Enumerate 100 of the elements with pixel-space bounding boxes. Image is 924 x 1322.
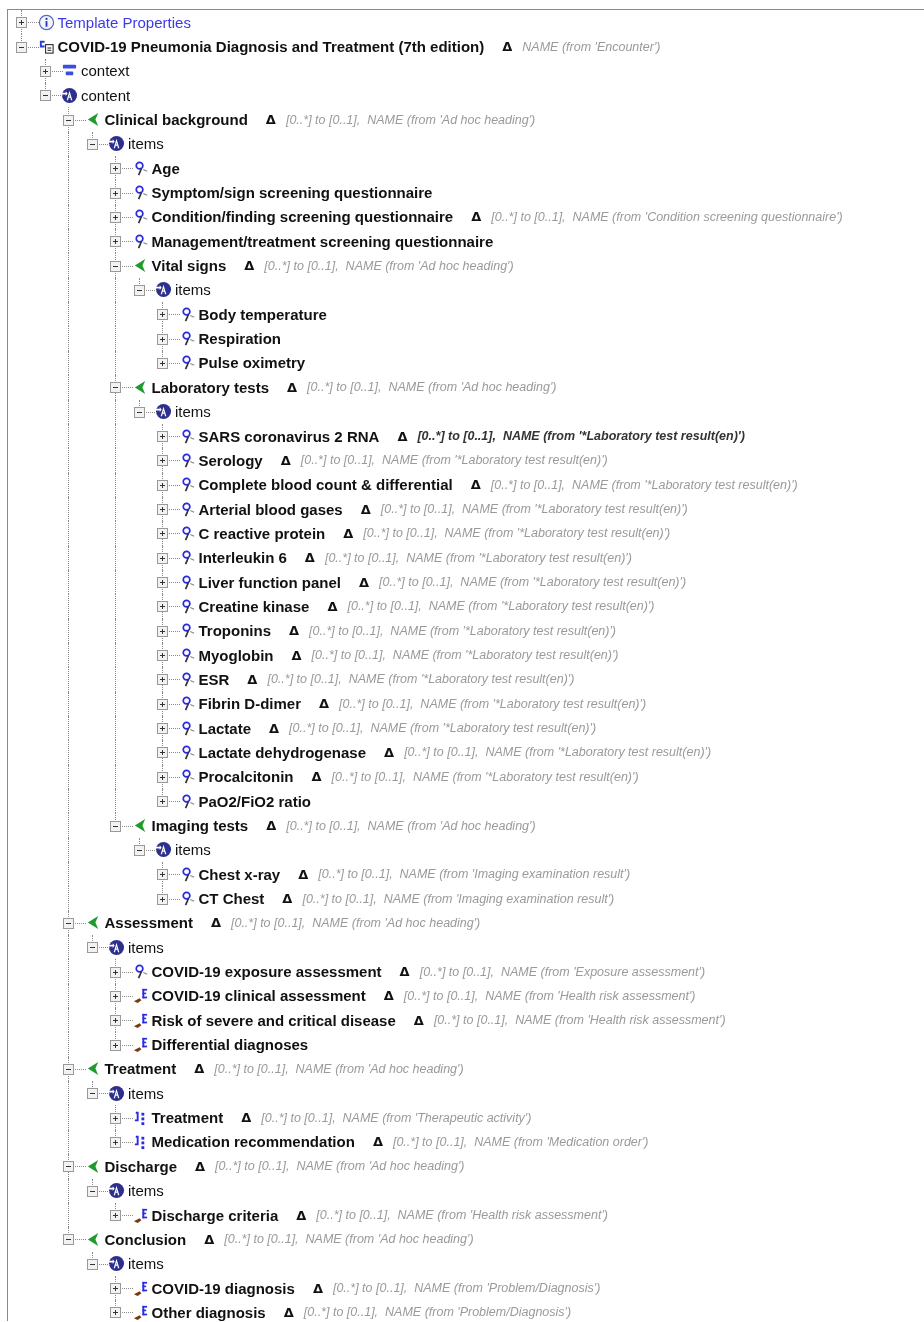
node-label[interactable]: items xyxy=(128,1084,164,1102)
expander[interactable] xyxy=(110,260,121,272)
expander[interactable] xyxy=(157,893,168,905)
expander[interactable] xyxy=(110,1112,121,1124)
expander[interactable] xyxy=(133,406,145,418)
expander[interactable] xyxy=(110,990,121,1002)
node-label[interactable]: Chest x-ray xyxy=(198,865,281,883)
node-label[interactable]: Liver function panel xyxy=(198,573,341,591)
node-label[interactable]: Lactate dehydrogenase xyxy=(198,744,367,761)
node-label[interactable]: Serology xyxy=(198,451,263,469)
expander[interactable] xyxy=(157,650,168,662)
expander[interactable] xyxy=(157,504,168,516)
expander[interactable] xyxy=(157,698,168,710)
node-label[interactable]: Template Properties xyxy=(57,13,191,31)
expander[interactable] xyxy=(110,211,121,223)
node-label[interactable]: Body temperature xyxy=(198,305,327,323)
node-label[interactable]: Myoglobin xyxy=(198,646,274,664)
node-label[interactable]: Creatine kinase xyxy=(198,597,310,615)
expander[interactable] xyxy=(157,723,168,735)
expander[interactable] xyxy=(157,309,168,321)
expander[interactable] xyxy=(157,796,168,808)
node-label[interactable]: Medication recommendation xyxy=(151,1133,355,1151)
node-label[interactable]: ESR xyxy=(198,670,230,688)
node-label[interactable]: PaO2/FiO2 ratio xyxy=(198,792,312,810)
node-label[interactable]: COVID-19 diagnosis xyxy=(151,1279,295,1297)
expander[interactable] xyxy=(86,1185,98,1197)
node-label[interactable]: Respiration xyxy=(198,330,281,348)
node-label[interactable]: COVID-19 clinical assessment xyxy=(151,987,366,1005)
node-label[interactable]: Complete blood count & differential xyxy=(198,476,453,494)
expander[interactable] xyxy=(110,1015,121,1027)
expander[interactable] xyxy=(110,1039,121,1051)
node-label[interactable]: CT Chest xyxy=(198,890,265,908)
expander[interactable] xyxy=(110,820,121,832)
expander[interactable] xyxy=(157,674,168,686)
node-label[interactable]: COVID-19 Pneumonia Diagnosis and Treatment (7th edition) xyxy=(57,38,485,55)
node-label[interactable]: Other diagnosis xyxy=(151,1303,266,1321)
node-label[interactable]: Interleukin 6 xyxy=(198,549,287,567)
expander[interactable] xyxy=(16,41,27,53)
expander[interactable] xyxy=(157,431,168,442)
expander[interactable] xyxy=(110,1283,121,1295)
expander[interactable] xyxy=(86,1258,98,1270)
node-label[interactable]: Age xyxy=(151,159,180,177)
expander[interactable] xyxy=(63,1161,74,1173)
node-label[interactable]: content xyxy=(81,86,131,104)
expander[interactable] xyxy=(63,1063,74,1075)
node-label[interactable]: Assessment xyxy=(104,914,193,932)
expander[interactable] xyxy=(157,869,168,881)
node-label[interactable]: Arterial blood gases xyxy=(198,500,343,518)
expander[interactable] xyxy=(133,284,145,296)
node-label[interactable]: Imaging tests xyxy=(151,817,249,834)
node-label[interactable]: items xyxy=(128,1255,164,1273)
node-label[interactable]: Management/treatment screening questionnaire xyxy=(151,232,494,250)
expander[interactable] xyxy=(63,114,74,126)
expander[interactable] xyxy=(110,187,121,199)
node-label[interactable]: Clinical background xyxy=(104,111,248,129)
node-label[interactable]: items xyxy=(128,135,164,153)
expander[interactable] xyxy=(133,844,145,856)
expander[interactable] xyxy=(63,1234,74,1246)
node-label[interactable]: Fibrin D-dimer xyxy=(198,695,301,713)
expander[interactable] xyxy=(157,528,168,540)
expander[interactable] xyxy=(110,236,121,248)
node-label[interactable]: Troponins xyxy=(198,622,271,640)
expander[interactable] xyxy=(157,358,168,369)
expander[interactable] xyxy=(86,942,98,954)
expander[interactable] xyxy=(110,1307,121,1319)
expander[interactable] xyxy=(110,966,121,978)
expander[interactable] xyxy=(157,479,168,491)
node-label[interactable]: context xyxy=(81,62,130,80)
expander[interactable] xyxy=(39,65,51,77)
expander[interactable] xyxy=(157,577,168,589)
expander[interactable] xyxy=(63,917,74,929)
expander[interactable] xyxy=(16,17,27,29)
expander[interactable] xyxy=(157,625,168,637)
expander[interactable] xyxy=(110,163,121,175)
expander[interactable] xyxy=(110,382,121,394)
node-label[interactable]: Lactate xyxy=(198,719,252,737)
node-label[interactable]: items xyxy=(128,938,164,956)
node-label[interactable]: Vital signs xyxy=(151,257,227,275)
expander[interactable] xyxy=(157,601,168,613)
node-label[interactable]: C reactive protein xyxy=(198,524,326,542)
node-label[interactable]: Condition/finding screening questionnaire xyxy=(151,208,454,226)
expander[interactable] xyxy=(157,771,168,783)
node-label[interactable]: Treatment xyxy=(151,1109,224,1127)
node-label[interactable]: SARS coronavirus 2 RNA xyxy=(198,427,380,445)
node-label[interactable]: items xyxy=(175,281,211,299)
node-label[interactable]: Discharge criteria xyxy=(151,1206,279,1224)
expander[interactable] xyxy=(86,138,98,150)
expander[interactable] xyxy=(39,90,51,102)
expander[interactable] xyxy=(157,455,168,467)
node-label[interactable]: COVID-19 exposure assessment xyxy=(151,963,382,981)
node-label[interactable]: Differential diagnoses xyxy=(151,1036,309,1054)
node-label[interactable]: Discharge xyxy=(104,1157,178,1175)
node-label[interactable]: Treatment xyxy=(104,1060,177,1078)
node-label[interactable]: items xyxy=(128,1182,164,1200)
node-label[interactable]: Symptom/sign screening questionnaire xyxy=(151,184,433,202)
expander[interactable] xyxy=(157,333,168,345)
node-label[interactable]: Pulse oximetry xyxy=(198,354,306,372)
node-label[interactable]: items xyxy=(175,403,211,421)
node-label[interactable]: Laboratory tests xyxy=(151,378,270,396)
node-label[interactable]: Procalcitonin xyxy=(198,768,294,786)
